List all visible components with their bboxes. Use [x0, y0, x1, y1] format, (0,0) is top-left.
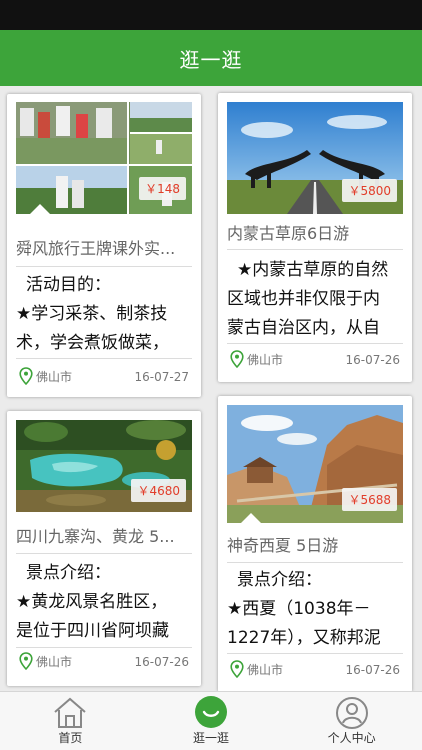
trip-description: 景点介绍： ★西夏（1038年－ 1227年），又称邦泥 [227, 566, 403, 653]
divider [16, 266, 192, 267]
divider [16, 647, 192, 648]
trip-title: 舜风旅行王牌课外实... [16, 239, 176, 258]
location-text: 佛山市 [36, 654, 73, 669]
page-title: 逛一逛 [179, 47, 243, 72]
location-text: 佛山市 [247, 662, 284, 677]
desc-line: ★黄龙风景名胜区， [16, 592, 168, 612]
divider [227, 562, 403, 563]
trip-date: 16-07-26 [345, 663, 400, 677]
trip-photo: ￥5800 [227, 102, 403, 214]
price-badge: ￥5800 [342, 179, 397, 202]
divider [227, 653, 403, 654]
location-pin-icon [230, 660, 244, 678]
location-text: 佛山市 [247, 352, 284, 367]
trip-card[interactable]: ￥5688 神奇西夏 5日游 景点介绍： ★西夏（1038年－ 1227年），又… [218, 396, 412, 692]
divider [227, 343, 403, 344]
desc-line: ★内蒙古草原的自然 [237, 260, 389, 280]
trip-description: 活动目的： ★学习采茶、制茶技 术，学会煮饭做菜， [16, 271, 192, 358]
image-notch [241, 513, 261, 523]
location: 佛山市 [230, 350, 283, 368]
trip-photo: ￥5688 [227, 405, 403, 523]
bottom-tab-bar: 首页 逛一逛 个人中心 [0, 691, 422, 750]
divider [227, 249, 403, 250]
browse-icon [193, 695, 229, 733]
user-icon [334, 696, 370, 734]
trip-date: 16-07-27 [134, 370, 189, 384]
price-badge: ￥4680 [131, 479, 186, 502]
location-pin-icon [19, 367, 33, 385]
trip-card[interactable]: ￥4680 四川九寨沟、黄龙 5... 景点介绍： ★黄龙风景名胜区， 是位于四… [7, 411, 201, 686]
trip-title: 四川九寨沟、黄龙 5... [16, 527, 175, 546]
status-bar [0, 0, 422, 30]
desc-line: 区域也并非仅限于内 [227, 289, 380, 309]
price-badge: ￥148 [139, 177, 186, 200]
trip-photo: ￥4680 [16, 420, 192, 512]
desc-line: 景点介绍： [237, 570, 322, 590]
location: 佛山市 [230, 660, 283, 678]
trip-description: ★内蒙古草原的自然 区域也并非仅限于内 蒙古自治区内，从自 [227, 256, 403, 343]
desc-line: 活动目的： [26, 275, 111, 295]
image-notch [30, 204, 50, 214]
trip-date: 16-07-26 [134, 655, 189, 669]
home-icon [51, 696, 89, 734]
tab-home[interactable]: 首页 [0, 692, 141, 750]
trip-card[interactable]: ￥5800 内蒙古草原6日游 ★内蒙古草原的自然 区域也并非仅限于内 蒙古自治区… [218, 93, 412, 382]
divider [16, 553, 192, 554]
tab-browse[interactable]: 逛一逛 [141, 692, 282, 750]
price-badge: ￥5688 [342, 488, 397, 511]
trip-date: 16-07-26 [345, 353, 400, 367]
desc-line: ★学习采茶、制茶技 [16, 304, 168, 324]
location-pin-icon [230, 350, 244, 368]
trip-description: 景点介绍： ★黄龙风景名胜区， 是位于四川省阿坝藏 [16, 559, 192, 646]
desc-line: 术，学会煮饭做菜， [16, 333, 169, 353]
trip-card[interactable]: ￥148 舜风旅行王牌课外实... 活动目的： ★学习采茶、制茶技 术，学会煮饭… [7, 94, 201, 397]
location-pin-icon [19, 652, 33, 670]
desc-line: 蒙古自治区内，从自 [227, 318, 380, 338]
trip-title: 神奇西夏 5日游 [227, 536, 339, 555]
desc-line: 是位于四川省阿坝藏 [16, 621, 169, 641]
trip-title: 内蒙古草原6日游 [227, 224, 350, 243]
trip-photo: ￥148 [16, 102, 192, 214]
desc-line: ★西夏（1038年－ [227, 599, 371, 619]
desc-line: 1227年），又称邦泥 [227, 628, 381, 648]
location-text: 佛山市 [36, 369, 73, 384]
app-header: 逛一逛 [0, 30, 422, 86]
location: 佛山市 [19, 367, 72, 385]
location: 佛山市 [19, 652, 72, 670]
tab-profile[interactable]: 个人中心 [281, 692, 422, 750]
divider [16, 358, 192, 359]
desc-line: 景点介绍： [26, 563, 111, 583]
